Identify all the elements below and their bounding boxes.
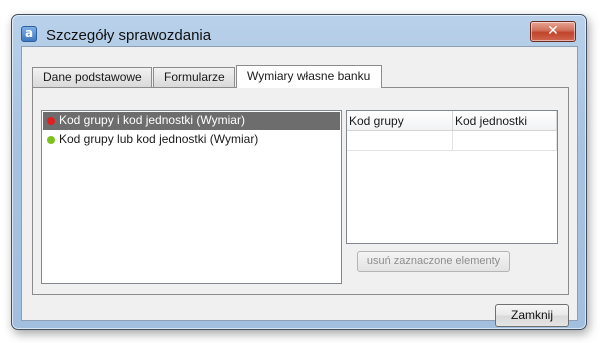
red-dot-icon xyxy=(47,117,55,125)
column-header-kod-grupy[interactable]: Kod grupy xyxy=(347,111,453,131)
dialog-client-area: Dane podstawowe Formularze Wymiary własn… xyxy=(21,46,578,327)
table-cell[interactable] xyxy=(453,131,557,150)
table-row[interactable] xyxy=(347,131,557,151)
tab-dane-podstawowe[interactable]: Dane podstawowe xyxy=(32,67,152,87)
list-item-label: Kod grupy lub kod jednostki (Wymiar) xyxy=(59,132,259,146)
dimension-list[interactable]: Kod grupy i kod jednostki (Wymiar) Kod g… xyxy=(41,110,342,284)
table-cell[interactable] xyxy=(347,131,453,150)
tab-wymiary-wlasne-banku[interactable]: Wymiary własne banku xyxy=(236,65,382,88)
values-grid[interactable]: Kod grupy Kod jednostki xyxy=(346,110,558,244)
window-title: Szczegóły sprawozdania xyxy=(46,27,212,44)
list-item[interactable]: Kod grupy lub kod jednostki (Wymiar) xyxy=(43,131,340,149)
column-header-kod-jednostki[interactable]: Kod jednostki xyxy=(453,111,557,131)
green-dot-icon xyxy=(47,136,55,144)
app-icon: a xyxy=(21,26,37,42)
grid-header: Kod grupy Kod jednostki xyxy=(347,111,557,131)
list-item-label: Kod grupy i kod jednostki (Wymiar) xyxy=(59,113,245,127)
remove-selected-button[interactable]: usuń zaznaczone elementy xyxy=(357,251,510,272)
title-bar[interactable]: a Szczegóły sprawozdania ✕ xyxy=(12,15,586,45)
tab-formularze[interactable]: Formularze xyxy=(153,67,235,87)
close-icon: ✕ xyxy=(547,23,559,39)
close-button[interactable]: Zamknij xyxy=(495,304,569,327)
close-window-button[interactable]: ✕ xyxy=(530,21,576,42)
dialog-window: a Szczegóły sprawozdania ✕ Dane podstawo… xyxy=(11,14,587,330)
list-item[interactable]: Kod grupy i kod jednostki (Wymiar) xyxy=(43,112,340,130)
